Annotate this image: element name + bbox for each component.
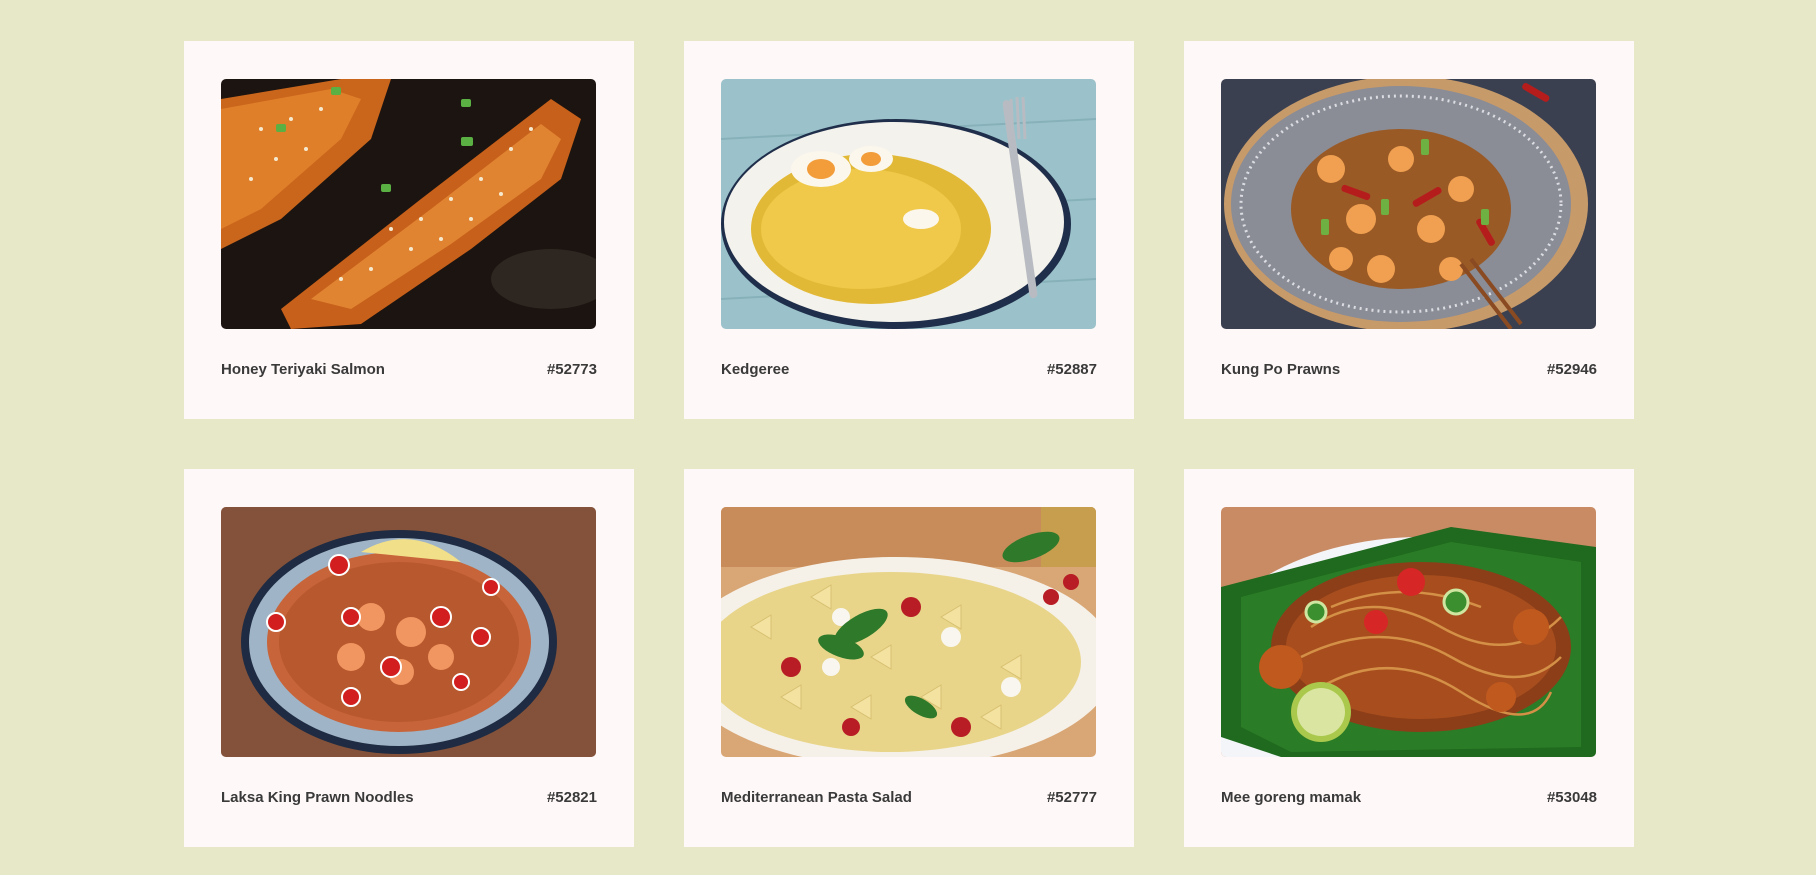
laksa-noodles-photo[interactable] [221, 507, 596, 757]
recipe-id: #52887 [1046, 361, 1097, 378]
recipe-name: Kedgeree [721, 361, 790, 378]
recipe-name: Mee goreng mamak [1221, 789, 1362, 806]
pasta-salad-photo[interactable] [721, 507, 1096, 757]
recipe-id: #52777 [1046, 789, 1097, 806]
teriyaki-salmon-photo[interactable] [221, 79, 596, 329]
recipe-name: Mediterranean Pasta Salad [721, 789, 912, 806]
recipe-id: #52821 [546, 789, 597, 806]
kung-po-prawns-photo[interactable] [1221, 79, 1596, 329]
mee-goreng-photo[interactable] [1221, 507, 1596, 757]
kedgeree-photo[interactable] [721, 79, 1096, 329]
recipe-card[interactable]: Honey Teriyaki Salmon #52773 [184, 41, 634, 419]
recipe-card[interactable]: Mee goreng mamak #53048 [1184, 469, 1634, 847]
recipe-card[interactable]: Mediterranean Pasta Salad #52777 [684, 469, 1134, 847]
recipe-name: Honey Teriyaki Salmon [221, 361, 385, 378]
recipe-card[interactable]: Kung Po Prawns #52946 [1184, 41, 1634, 419]
recipe-name: Kung Po Prawns [1221, 361, 1341, 378]
recipe-id: #52773 [546, 361, 597, 378]
recipe-card[interactable]: Kedgeree #52887 [684, 41, 1134, 419]
recipe-name: Laksa King Prawn Noodles [221, 789, 414, 806]
recipe-grid: Honey Teriyaki Salmon #52773 Kedgeree #5… [184, 41, 1634, 847]
recipe-id: #52946 [1546, 361, 1597, 378]
recipe-id: #53048 [1546, 789, 1597, 806]
recipe-card[interactable]: Laksa King Prawn Noodles #52821 [184, 469, 634, 847]
